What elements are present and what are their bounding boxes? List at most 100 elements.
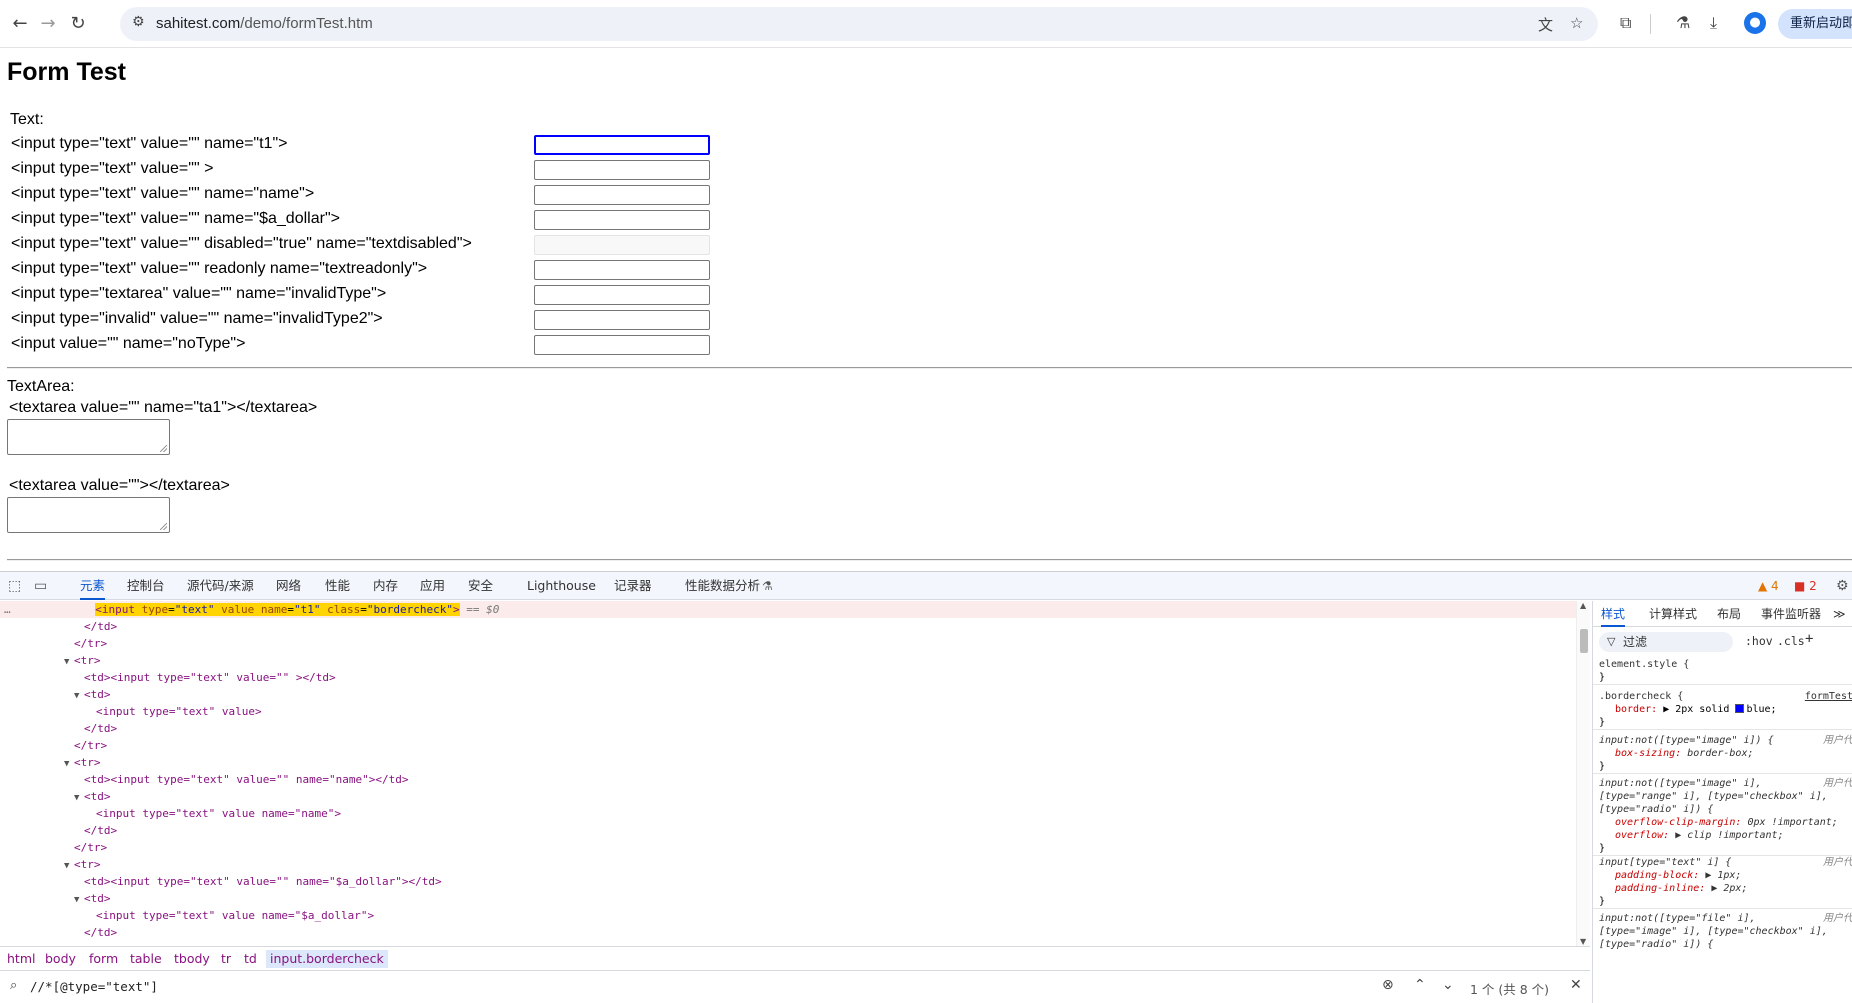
download-icon[interactable]: ⤓ <box>1710 13 1717 33</box>
breadcrumb-form[interactable]: form <box>89 950 118 968</box>
forward-icon[interactable]: → <box>36 12 60 36</box>
dom-node[interactable]: <td><input type="text" value="" name="$a… <box>0 873 1576 890</box>
hov-toggle[interactable]: :hov <box>1745 634 1773 648</box>
text-input-t1[interactable] <box>534 135 710 155</box>
breadcrumb-td[interactable]: td <box>244 950 257 968</box>
css-value[interactable]: blue; <box>1746 704 1776 715</box>
dom-node[interactable]: ▼ <tr> <box>0 856 1576 873</box>
reload-icon[interactable]: ↻ <box>66 12 90 36</box>
tab-event-listeners[interactable]: 事件监听器 <box>1761 601 1821 627</box>
search-input[interactable]: //*[@type="text"] <box>30 979 158 994</box>
tab-security[interactable]: 安全 <box>468 572 493 600</box>
add-rule-icon[interactable]: + <box>1805 631 1813 647</box>
dom-node[interactable]: </tr> <box>0 737 1576 754</box>
text-input-a-dollar[interactable] <box>534 210 710 230</box>
extensions-icon[interactable]: ⧉ <box>1620 13 1631 33</box>
tab-recorder[interactable]: 记录器 <box>614 572 652 600</box>
url-text[interactable]: sahitest.com/demo/formTest.htm <box>156 15 373 32</box>
warnings-badge[interactable]: ▲ 4 <box>1758 579 1779 593</box>
dom-node[interactable]: </td> <box>0 924 1576 941</box>
back-icon[interactable]: ← <box>8 12 32 36</box>
breadcrumb-input-bordercheck[interactable]: input.bordercheck <box>266 950 388 968</box>
tab-memory[interactable]: 内存 <box>373 572 398 600</box>
more-tabs-icon[interactable]: ≫ <box>1833 601 1846 627</box>
tab-performance[interactable]: 性能 <box>325 572 350 600</box>
labs-flask-icon[interactable]: ⚗ <box>1676 13 1690 32</box>
rule-source-link[interactable]: formTest <box>1805 690 1852 703</box>
text-input-readonly[interactable] <box>534 260 710 280</box>
restart-button[interactable]: 重新启动即可 <box>1778 9 1852 39</box>
text-input-invalid-type[interactable] <box>534 285 710 305</box>
dom-node-text: </td> <box>84 824 118 837</box>
previous-match-icon[interactable]: ⌃ <box>1414 977 1426 993</box>
textarea-unnamed[interactable] <box>7 497 170 533</box>
dom-node-selected[interactable]: … <input type="text" value name="t1" cla… <box>0 601 1576 618</box>
profile-avatar-icon[interactable]: ● <box>1744 12 1766 34</box>
dom-node[interactable]: </td> <box>0 618 1576 635</box>
dom-node[interactable]: </td> <box>0 822 1576 839</box>
scroll-up-icon[interactable]: ▲ <box>1580 601 1586 610</box>
bookmark-star-icon[interactable]: ☆ <box>1570 14 1583 32</box>
node-ellipsis-icon[interactable]: … <box>0 603 11 616</box>
dom-node[interactable]: <input type="text" value name="$a_dollar… <box>0 907 1576 924</box>
elements-tree[interactable]: … <input type="text" value name="t1" cla… <box>0 601 1576 946</box>
text-input-unnamed[interactable] <box>534 160 710 180</box>
breadcrumb-tbody[interactable]: tbody <box>174 950 210 968</box>
divider <box>7 367 1852 369</box>
inspect-element-icon[interactable]: ⬚ <box>8 578 21 594</box>
dom-node[interactable]: <td><input type="text" value="" ></td> <box>0 669 1576 686</box>
tab-computed[interactable]: 计算样式 <box>1649 601 1697 627</box>
rule-selector: input:not([type="image" i], <box>1599 778 1762 789</box>
css-property: padding-block: <box>1615 870 1700 881</box>
errors-badge[interactable]: ■ 2 <box>1794 579 1817 593</box>
rule-close: } <box>1599 843 1606 854</box>
breadcrumb-body[interactable]: body <box>45 950 76 968</box>
tab-styles[interactable]: 样式 <box>1601 601 1626 627</box>
breadcrumb-tr[interactable]: tr <box>221 950 231 968</box>
tab-elements[interactable]: 元素 <box>80 572 106 600</box>
text-input-no-type[interactable] <box>534 335 710 355</box>
dom-node[interactable]: </tr> <box>0 635 1576 652</box>
tab-application[interactable]: 应用 <box>420 572 445 600</box>
dom-node[interactable]: ▼ <td> <box>0 686 1576 703</box>
dom-node[interactable]: ▼ <tr> <box>0 754 1576 771</box>
dom-node[interactable]: <td><input type="text" value="" name="na… <box>0 771 1576 788</box>
text-input-name[interactable] <box>534 185 710 205</box>
breadcrumb-html[interactable]: html <box>7 950 35 968</box>
dom-node[interactable]: <input type="text" value name="name"> <box>0 805 1576 822</box>
close-search-icon[interactable]: ✕ <box>1570 977 1582 993</box>
dom-node[interactable]: <input type="text" value> <box>0 703 1576 720</box>
text-input-invalid-type2[interactable] <box>534 310 710 330</box>
tab-sources[interactable]: 源代码/来源 <box>187 572 254 600</box>
address-bar[interactable]: ⚙ sahitest.com/demo/formTest.htm 文 ☆ <box>120 7 1598 41</box>
next-match-icon[interactable]: ⌄ <box>1442 977 1454 993</box>
scroll-down-icon[interactable]: ▼ <box>1580 937 1586 946</box>
css-value[interactable]: ▶ 2px solid <box>1663 704 1729 715</box>
dom-node-text: <td> <box>84 892 111 905</box>
settings-gear-icon[interactable]: ⚙ <box>1836 578 1849 594</box>
dom-node[interactable]: </td> <box>0 720 1576 737</box>
dom-node[interactable]: ▼ <td> <box>0 788 1576 805</box>
elements-scrollbar[interactable]: ▲ ▼ <box>1576 601 1590 946</box>
tab-console[interactable]: 控制台 <box>127 572 165 600</box>
color-swatch[interactable] <box>1735 704 1745 713</box>
tab-network[interactable]: 网络 <box>276 572 301 600</box>
tab-layout[interactable]: 布局 <box>1717 601 1741 627</box>
styles-filter-input[interactable]: ▽ 过滤 <box>1599 632 1733 652</box>
device-toolbar-icon[interactable]: ▭ <box>34 578 47 594</box>
dom-node[interactable]: ▼ <tr> <box>0 652 1576 669</box>
tab-lighthouse[interactable]: Lighthouse <box>527 572 596 600</box>
site-info-icon[interactable]: ⚙ <box>132 14 145 30</box>
translate-icon[interactable]: 文 <box>1538 14 1553 35</box>
cls-toggle[interactable]: .cls <box>1777 634 1805 648</box>
dom-node[interactable]: </tr> <box>0 839 1576 856</box>
scrollbar-thumb[interactable] <box>1580 629 1588 653</box>
breadcrumb-table[interactable]: table <box>130 950 162 968</box>
dom-node[interactable]: ▼ <td> <box>0 890 1576 907</box>
tag-name: <input <box>95 603 135 616</box>
row-label: <input value="" name="noType"> <box>11 335 246 352</box>
tab-performance-insights[interactable]: 性能数据分析 <box>685 572 760 600</box>
textarea-ta1[interactable] <box>7 419 170 455</box>
css-property[interactable]: border: <box>1615 704 1657 715</box>
clear-search-icon[interactable]: ⊗ <box>1382 977 1394 993</box>
